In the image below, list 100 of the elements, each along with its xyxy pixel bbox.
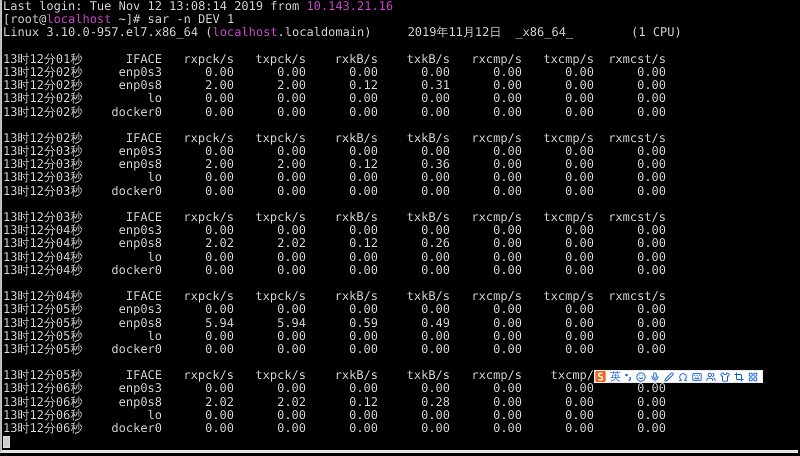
table-cell-text: 0.00 bbox=[564, 316, 594, 330]
table-cell-text: 0.00 bbox=[564, 408, 594, 422]
table-cell-text: enp0s3 bbox=[118, 145, 162, 158]
column-header: txcmp/s bbox=[542, 290, 594, 304]
table-cell-text: 2.00 bbox=[204, 79, 234, 92]
table-cell-text: 0.00 bbox=[348, 330, 378, 343]
table-cell-text: 0.00 bbox=[492, 184, 522, 198]
table-cell-text: 0.00 bbox=[348, 250, 378, 264]
table-cell-text: docker0 bbox=[110, 106, 162, 119]
table-cell-text: 0.00 bbox=[276, 171, 306, 185]
column-header: rxmcst/s bbox=[607, 211, 666, 224]
table-cell-text: 0.00 bbox=[348, 106, 378, 119]
column-header: IFACE bbox=[124, 211, 162, 224]
table-cell-text: 0.12 bbox=[348, 237, 378, 251]
table-cell-text: 0.00 bbox=[565, 66, 594, 80]
timestamp: 13时12分01秒 bbox=[3, 52, 84, 66]
table-cell-text: 0.00 bbox=[636, 224, 666, 238]
table-cell-text: 0.00 bbox=[277, 224, 306, 238]
table-cell-text: 0.00 bbox=[276, 422, 306, 436]
timestamp: 13时12分06秒 bbox=[3, 408, 84, 422]
table-cell-text: 0.00 bbox=[492, 396, 522, 409]
table-cell-text: 0.00 bbox=[492, 250, 522, 264]
timestamp: 13时12分06秒 bbox=[3, 396, 84, 409]
table-cell-text: 0.00 bbox=[348, 171, 378, 185]
input-mode[interactable]: 英 bbox=[610, 370, 621, 383]
table-cell-text: 0.00 bbox=[204, 264, 234, 277]
terminal-text: Linux 3.10.0-957.el7.x86_64 ( bbox=[3, 26, 213, 40]
table-cell-text: 0.36 bbox=[420, 158, 450, 172]
timestamp: 13时12分03秒 bbox=[3, 211, 84, 224]
table-cell-text: docker0 bbox=[110, 422, 162, 436]
table-cell-text: 0.00 bbox=[420, 264, 450, 277]
column-header: IFACE bbox=[124, 369, 162, 382]
table-cell-text: 0.00 bbox=[420, 330, 450, 343]
table-cell-text: 0.00 bbox=[276, 408, 306, 422]
table-cell-text: 5.94 bbox=[276, 316, 306, 330]
ime-toolbar[interactable]: 英 bbox=[594, 370, 763, 383]
table-cell-text: 0.00 bbox=[205, 303, 234, 317]
table-cell-text: lo bbox=[146, 250, 162, 264]
table-cell-text: 0.00 bbox=[564, 342, 594, 356]
table-cell-text: 0.00 bbox=[565, 382, 594, 396]
table-cell-text: 2.00 bbox=[276, 79, 306, 92]
table-cell-text: 0.00 bbox=[493, 382, 522, 396]
table-cell-text: 0.00 bbox=[204, 250, 234, 264]
table-cell-text: 0.00 bbox=[493, 145, 522, 158]
column-header: IFACE bbox=[124, 52, 162, 66]
table-cell-text: 0.00 bbox=[492, 316, 522, 330]
host-name: 10.143.21.16 bbox=[306, 0, 394, 14]
table-cell-text: enp0s3 bbox=[118, 66, 162, 80]
table-cell-text: 0.00 bbox=[564, 92, 594, 106]
column-header: txkB/s bbox=[406, 132, 450, 146]
table-cell-text: 0.00 bbox=[204, 330, 234, 343]
table-cell-text: 0.00 bbox=[420, 408, 450, 422]
column-header: txcmp/s bbox=[542, 132, 594, 146]
host-name: localhost bbox=[46, 13, 112, 26]
table-cell-text: 0.00 bbox=[492, 106, 522, 119]
table-cell-text: lo bbox=[148, 408, 162, 422]
table-cell-text: 0.00 bbox=[492, 237, 522, 251]
table-cell-text: 0.00 bbox=[564, 171, 594, 185]
table-cell-text: 0.00 bbox=[420, 184, 450, 198]
table-cell-text: lo bbox=[148, 92, 162, 106]
terminal-text: [root@ bbox=[3, 13, 46, 26]
table-cell-text: 2.02 bbox=[276, 396, 306, 409]
column-header: rxkB/s bbox=[334, 52, 378, 66]
column-header: rxpck/s bbox=[182, 369, 234, 382]
table-cell-text: 0.00 bbox=[420, 66, 450, 80]
column-header: txpck/s bbox=[254, 290, 306, 304]
table-cell-text: 0.00 bbox=[492, 79, 522, 92]
column-header: rxcmp/s bbox=[470, 52, 522, 66]
table-cell-text: 0.00 bbox=[564, 237, 594, 251]
timestamp: 13时12分05秒 bbox=[3, 303, 84, 317]
table-cell-text: 0.00 bbox=[493, 224, 522, 238]
table-cell-text: 0.00 bbox=[276, 342, 306, 356]
timestamp: 13时12分02秒 bbox=[3, 106, 84, 119]
table-cell-text: 0.00 bbox=[348, 264, 378, 277]
table-cell-text: 0.00 bbox=[636, 92, 666, 106]
table-cell-text: 0.28 bbox=[420, 396, 450, 409]
column-header: txcmp/ bbox=[550, 369, 594, 382]
table-cell-text: 2.02 bbox=[204, 237, 234, 251]
table-cell-text: 0.00 bbox=[204, 422, 234, 436]
table-cell-text: 0.00 bbox=[492, 342, 522, 356]
table-cell-text: 0.00 bbox=[348, 224, 378, 238]
column-header: rxcmp/s bbox=[470, 211, 522, 224]
table-cell-text: 0.00 bbox=[348, 303, 378, 317]
table-cell-text: 0.00 bbox=[636, 250, 666, 264]
table-cell-text: 0.00 bbox=[636, 408, 666, 422]
table-cell-text: 0.00 bbox=[636, 145, 666, 158]
timestamp: 13时12分02秒 bbox=[3, 66, 84, 79]
table-cell-text: 0.00 bbox=[348, 422, 378, 436]
timestamp: 13时12分02秒 bbox=[3, 79, 84, 92]
table-cell-text: enp0s8 bbox=[118, 237, 162, 251]
table-cell-text: 0.00 bbox=[492, 264, 522, 277]
table-cell-text: 0.00 bbox=[636, 237, 666, 251]
table-cell-text: 0.00 bbox=[420, 145, 450, 158]
table-cell-text: 0.00 bbox=[636, 158, 666, 172]
table-cell-text: 0.00 bbox=[276, 250, 306, 264]
table-cell-text: 0.00 bbox=[493, 303, 522, 317]
timestamp: 13时12分05秒 bbox=[3, 369, 84, 382]
table-cell-text: 0.00 bbox=[420, 382, 450, 396]
column-header: txkB/s bbox=[406, 52, 450, 66]
column-header: txcmp/s bbox=[542, 211, 594, 224]
